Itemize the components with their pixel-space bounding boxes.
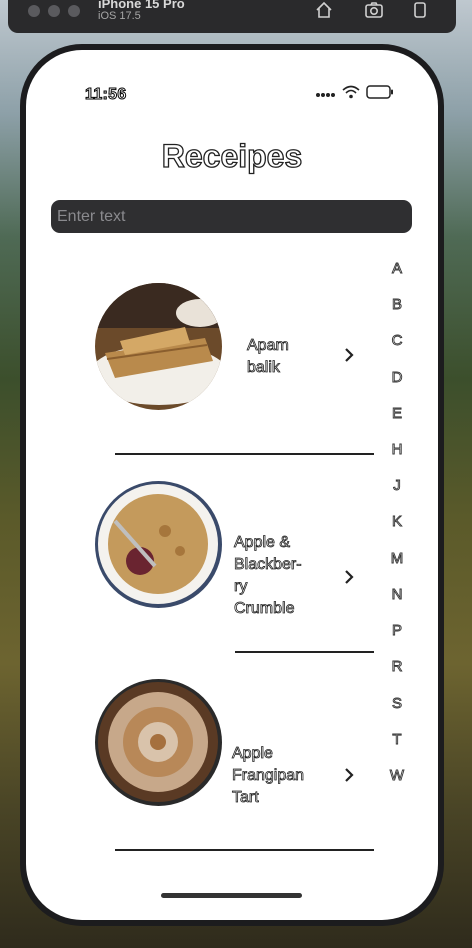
rotate-icon[interactable] [410, 0, 430, 20]
index-letter-d[interactable]: D [384, 369, 410, 387]
simulator-os-version: iOS 17.5 [98, 10, 141, 22]
signal-dots-icon [316, 85, 336, 103]
index-letter-a[interactable]: A [384, 260, 410, 278]
recipe-name-line: Blackber- [234, 556, 302, 574]
row-divider [235, 651, 374, 653]
index-letter-k[interactable]: K [384, 513, 410, 531]
chevron-right-icon [344, 767, 354, 783]
recipe-name: Apam balik [247, 335, 290, 379]
recipe-name-line: Frangipan [232, 767, 305, 785]
recipe-row[interactable]: Apple Frangipan Tart [26, 676, 438, 866]
recipe-image [95, 283, 222, 410]
index-letter-p[interactable]: P [384, 622, 410, 640]
close-window-button[interactable] [28, 5, 40, 17]
simulator-toolbar: iPhone 15 Pro iOS 17.5 [8, 0, 456, 33]
zoom-window-button[interactable] [68, 5, 80, 17]
recipe-name-line: Tart [232, 789, 259, 807]
index-letter-b[interactable]: B [384, 296, 410, 314]
battery-icon [366, 84, 394, 104]
index-letter-n[interactable]: N [384, 586, 410, 604]
recipe-name-line: Crumble [234, 600, 295, 618]
index-letter-c[interactable]: C [384, 332, 410, 350]
row-divider [115, 849, 374, 851]
home-indicator[interactable] [161, 893, 302, 898]
search-input[interactable] [51, 200, 412, 233]
index-letter-m[interactable]: M [384, 550, 410, 568]
index-letter-s[interactable]: S [384, 695, 410, 713]
index-letter-e[interactable]: E [384, 405, 410, 423]
recipe-name-line: Apple & [234, 534, 291, 552]
recipe-name: Apple & Blackber- ry Crumble [234, 532, 302, 620]
camera-icon[interactable] [364, 0, 384, 20]
recipe-row[interactable]: Apam balik [26, 280, 438, 470]
index-letter-j[interactable]: J [384, 477, 410, 495]
device-frame: 11:56 Receipes Enter text Apam balik App… [20, 44, 444, 926]
wifi-icon [342, 85, 360, 104]
recipe-image [95, 481, 222, 608]
recipe-name-line: Apple [232, 745, 274, 763]
chevron-right-icon [344, 569, 354, 585]
recipe-image [95, 679, 222, 806]
row-divider [115, 453, 374, 455]
chevron-right-icon [344, 347, 354, 363]
status-time: 11:56 [85, 86, 127, 104]
recipe-name-line: ry [234, 578, 248, 596]
index-letter-r[interactable]: R [384, 658, 410, 676]
app-screen: 11:56 Receipes Enter text Apam balik App… [26, 50, 438, 920]
index-letter-h[interactable]: H [384, 441, 410, 459]
recipe-name-line: balik [247, 359, 281, 377]
recipe-row[interactable]: Apple & Blackber- ry Crumble [26, 478, 438, 668]
status-icons [316, 84, 394, 104]
page-title: Receipes [161, 137, 303, 174]
recipe-name-line: Apam [247, 337, 290, 355]
recipe-name: Apple Frangipan Tart [232, 743, 305, 809]
home-icon[interactable] [314, 0, 334, 20]
index-letter-w[interactable]: W [384, 767, 410, 785]
index-letter-t[interactable]: T [384, 731, 410, 749]
minimize-window-button[interactable] [48, 5, 60, 17]
